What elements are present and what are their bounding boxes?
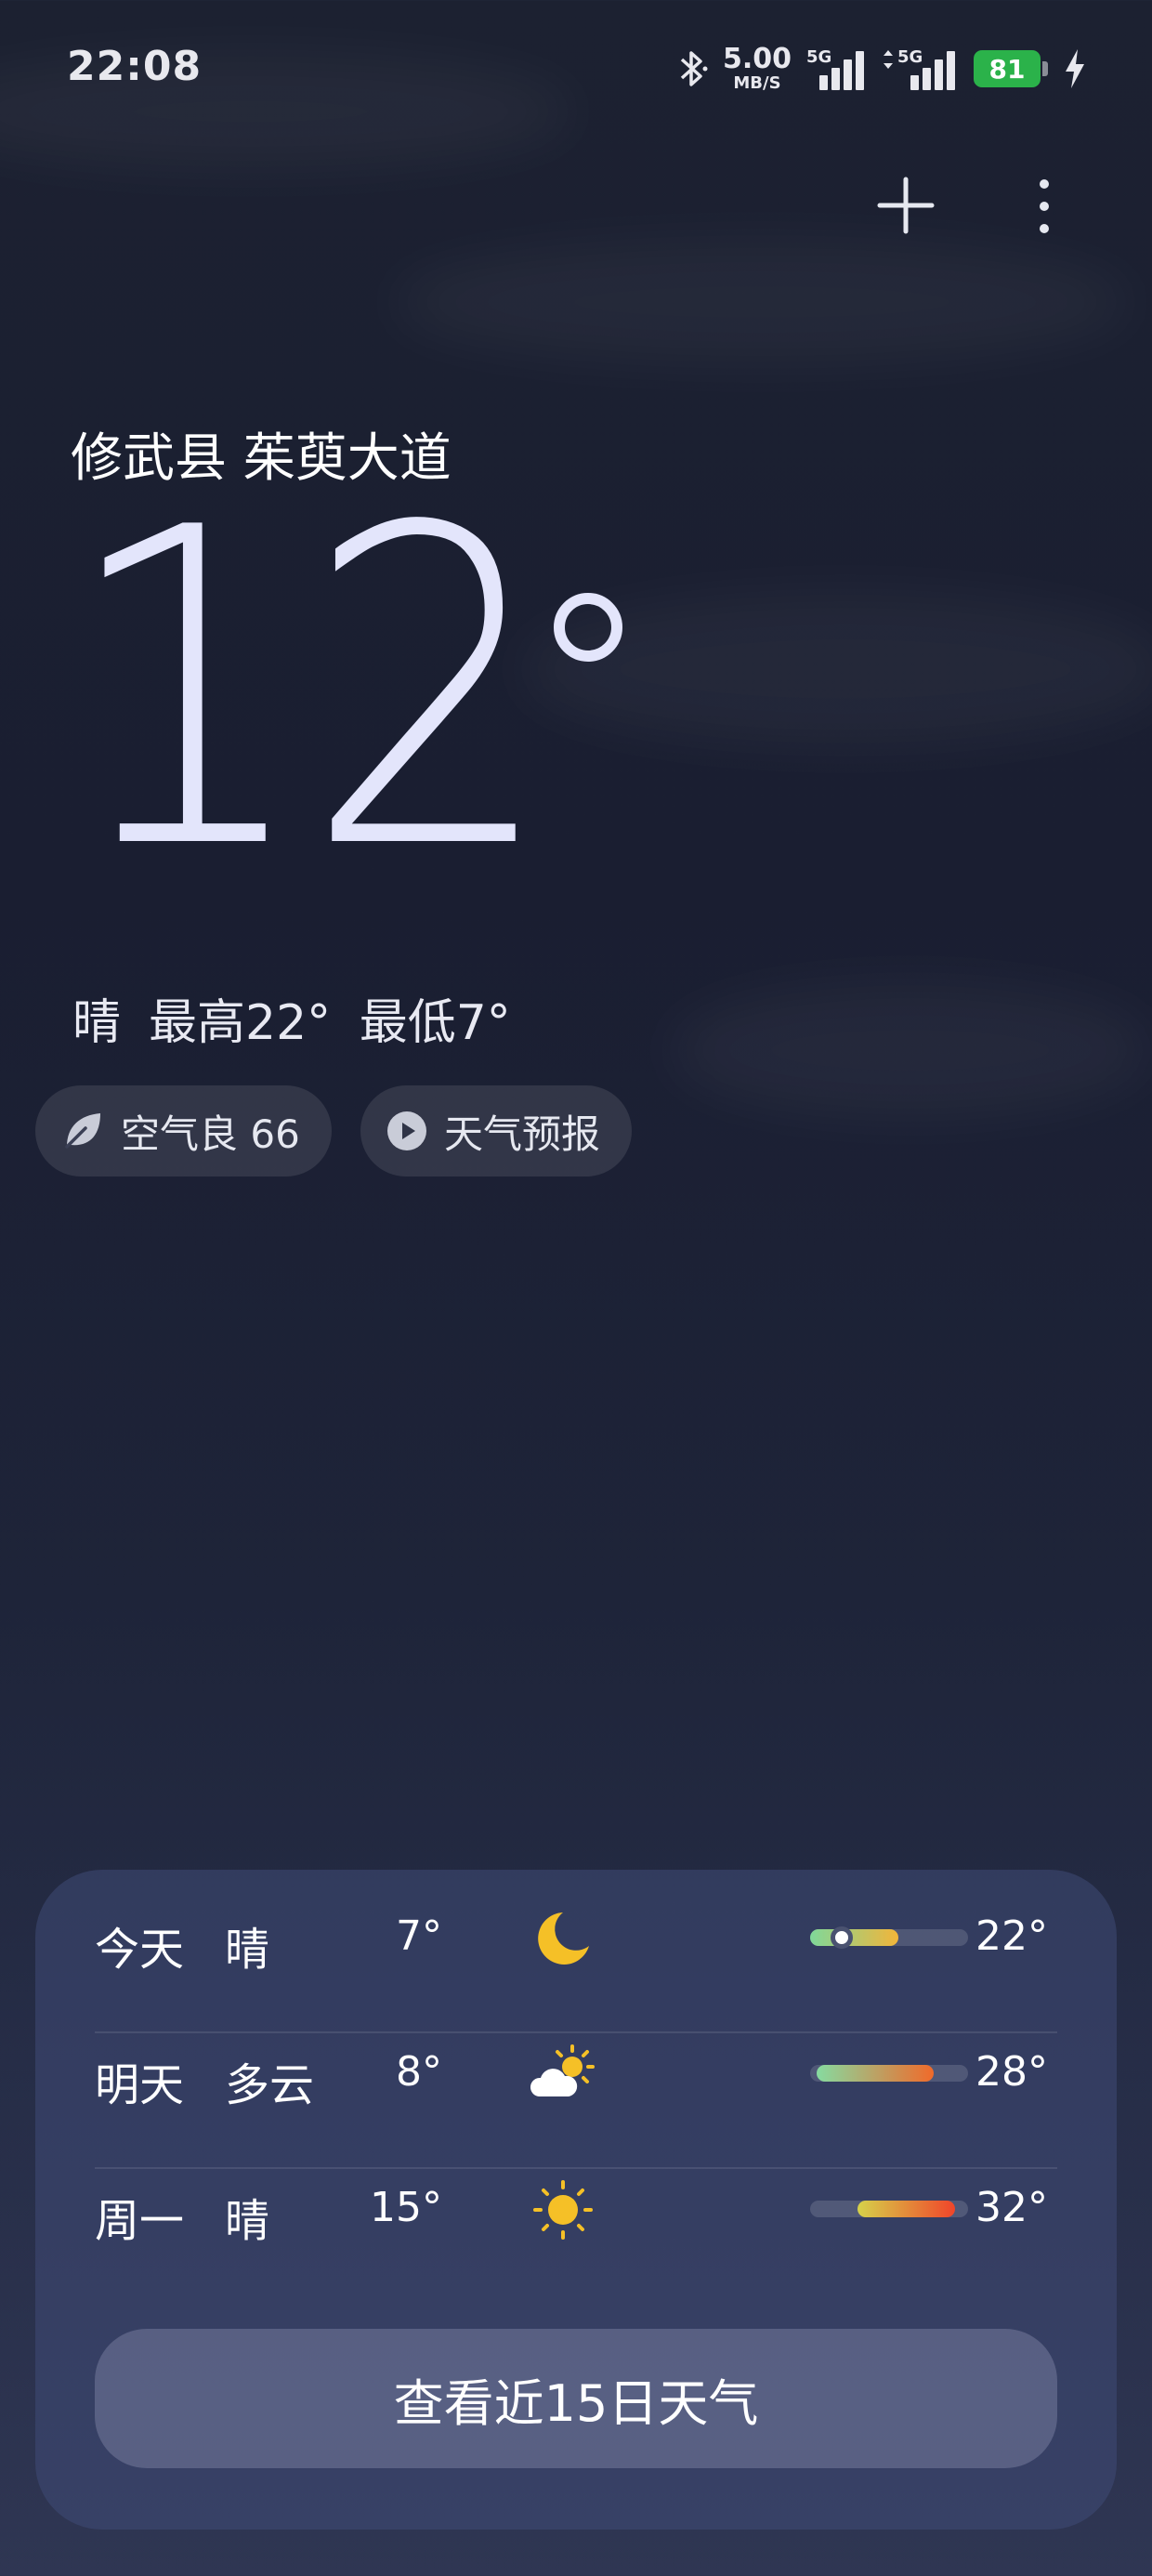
weather-summary: 晴 最高22° 最低7° [72,983,511,1053]
current-temperature: 12 [61,472,622,909]
network-speed-value: 5.00 [722,43,792,75]
forecast-high: 22° [975,1912,1048,1960]
weather-forecast-video-chip[interactable]: 天气预报 [360,1085,633,1176]
temperature-range-bar [810,2065,968,2082]
battery-level: 81 [974,50,1041,87]
forecast-low: 8° [396,2048,442,2096]
forecast-row-today[interactable]: 今天 晴 7° 22° [95,1870,1057,2004]
charging-icon [1066,49,1084,88]
air-quality-chip[interactable]: 空气良 66 [35,1085,332,1176]
degree-symbol [554,593,622,662]
plus-icon [877,177,935,234]
status-time: 22:08 [67,43,203,90]
forecast-row-tomorrow[interactable]: 明天 多云 8° 28° [95,2005,1057,2139]
weather-forecast-label: 天气预报 [444,1111,601,1157]
forecast-day: 周一 [95,2195,185,2247]
status-icons: 5.00 MB/S 5G 5G 81 [676,41,1087,97]
network-speed: 5.00 MB/S [723,46,792,92]
current-condition: 晴 [72,995,122,1051]
temperature-value: 12 [61,436,555,944]
temperature-range-fill [816,2065,934,2082]
leaf-icon [65,1113,100,1149]
forecast-condition: 晴 [225,1924,270,1976]
battery-icon: 81 [974,50,1048,87]
signal-sim2-icon: 5G [883,47,959,90]
high-temperature: 最高22° [149,995,332,1051]
forecast-condition: 晴 [225,2195,270,2247]
forecast-condition: 多云 [225,2059,315,2111]
play-circle-icon [387,1111,426,1150]
partly-cloudy-icon [530,2044,595,2096]
more-vertical-icon [1040,179,1049,233]
forecast-low: 15° [370,2184,442,2231]
forecast-day: 明天 [95,2059,185,2111]
forecast-low: 7° [396,1912,442,1960]
view-15-day-forecast-button[interactable]: 查看近15日天气 [95,2329,1057,2468]
forecast-high: 32° [975,2184,1048,2231]
temperature-range-bar [810,1926,968,1949]
low-temperature: 最低7° [359,995,511,1051]
more-options-button[interactable] [1007,160,1081,253]
data-arrows-icon [884,50,893,69]
sim1-network-tag: 5G [806,47,832,67]
temperature-range-fill [810,1929,899,1946]
forecast-row-monday[interactable]: 周一 晴 15° 32° [95,2141,1057,2275]
forecast-day: 今天 [95,1924,185,1976]
current-temperature-marker [831,1926,853,1949]
add-city-button[interactable] [864,164,948,247]
daily-forecast-card: 今天 晴 7° 22° 明天 多云 8° 28° 周一 晴 15° 32° 查看… [35,1870,1117,2530]
air-quality-label: 空气良 66 [121,1111,300,1157]
sun-icon [533,2180,593,2240]
signal-sim1-icon: 5G [806,47,868,90]
forecast-high: 28° [975,2048,1048,2096]
bluetooth-icon [680,51,708,86]
moon-icon [538,1912,589,1965]
network-speed-unit: MB/S [733,73,781,93]
temperature-range-bar [810,2201,968,2217]
temperature-range-fill [857,2201,956,2217]
status-bar: 22:08 5.00 MB/S 5G 5G 81 [0,0,1152,130]
sim2-network-tag: 5G [897,47,923,67]
